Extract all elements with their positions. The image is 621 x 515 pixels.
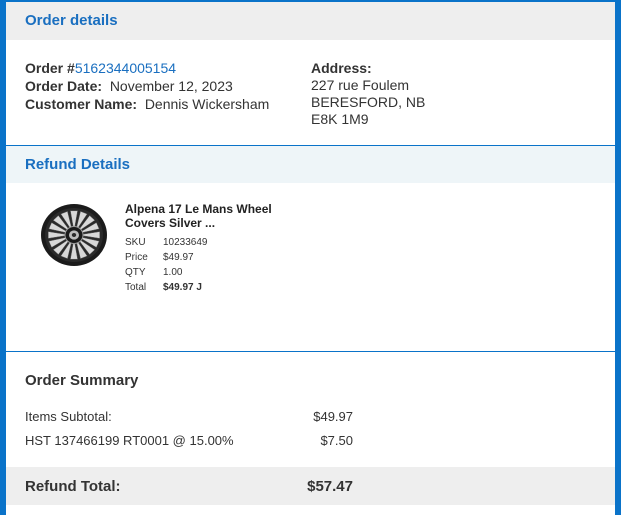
refund-total-value: $57.47: [307, 478, 353, 495]
order-details-header: Order details: [6, 2, 615, 40]
order-number-line: Order #5162344005154: [25, 60, 176, 77]
order-summary-title: Order Summary: [25, 372, 139, 389]
customer-name-value: Dennis Wickersham: [144, 96, 270, 112]
subtotal-value: $49.97: [313, 409, 353, 424]
total-row: Total $49.97 J: [125, 282, 202, 293]
price-label: Price: [125, 252, 148, 263]
sku-value: 10233649: [163, 237, 208, 248]
subtotal-label: Items Subtotal:: [25, 409, 112, 424]
price-row: Price $49.97: [125, 252, 194, 263]
qty-row: QTY 1.00: [125, 267, 182, 278]
address-line: BERESFORD, NB: [311, 94, 426, 110]
price-value: $49.97: [163, 252, 194, 263]
sku-label: SKU: [125, 237, 146, 248]
order-date-line: Order Date: November 12, 2023: [25, 78, 233, 95]
address-line: E8K 1M9: [311, 111, 369, 127]
order-number-label: Order #: [25, 60, 75, 76]
sku-row: SKU 10233649: [125, 237, 208, 248]
tax-row: HST 137466199 RT0001 @ 15.00% $7.50: [25, 433, 353, 448]
order-number-link[interactable]: 5162344005154: [75, 60, 176, 76]
customer-name-label: Customer Name:: [25, 96, 138, 112]
tax-value: $7.50: [320, 433, 353, 448]
tax-label: HST 137466199 RT0001 @ 15.00%: [25, 433, 234, 448]
refund-total-label: Refund Total:: [25, 478, 121, 495]
product-name[interactable]: Alpena 17 Le Mans Wheel Covers Silver ..…: [125, 202, 285, 230]
item-total-value: $49.97 J: [163, 282, 202, 293]
wheel-cover-image: [41, 204, 107, 266]
address-line: 227 rue Foulem: [311, 77, 410, 93]
address-block: Address: 227 rue Foulem BERESFORD, NB E8…: [311, 60, 425, 128]
subtotal-row: Items Subtotal: $49.97: [25, 409, 353, 424]
qty-label: QTY: [125, 267, 146, 278]
address-label: Address:: [311, 60, 372, 76]
order-date-value: November 12, 2023: [109, 78, 233, 94]
item-total-label: Total: [125, 282, 147, 293]
qty-value: 1.00: [163, 267, 183, 278]
customer-name-line: Customer Name: Dennis Wickersham: [25, 96, 269, 113]
order-date-label: Order Date:: [25, 78, 103, 94]
divider: [6, 351, 615, 352]
refund-details-header: Refund Details: [6, 146, 615, 183]
